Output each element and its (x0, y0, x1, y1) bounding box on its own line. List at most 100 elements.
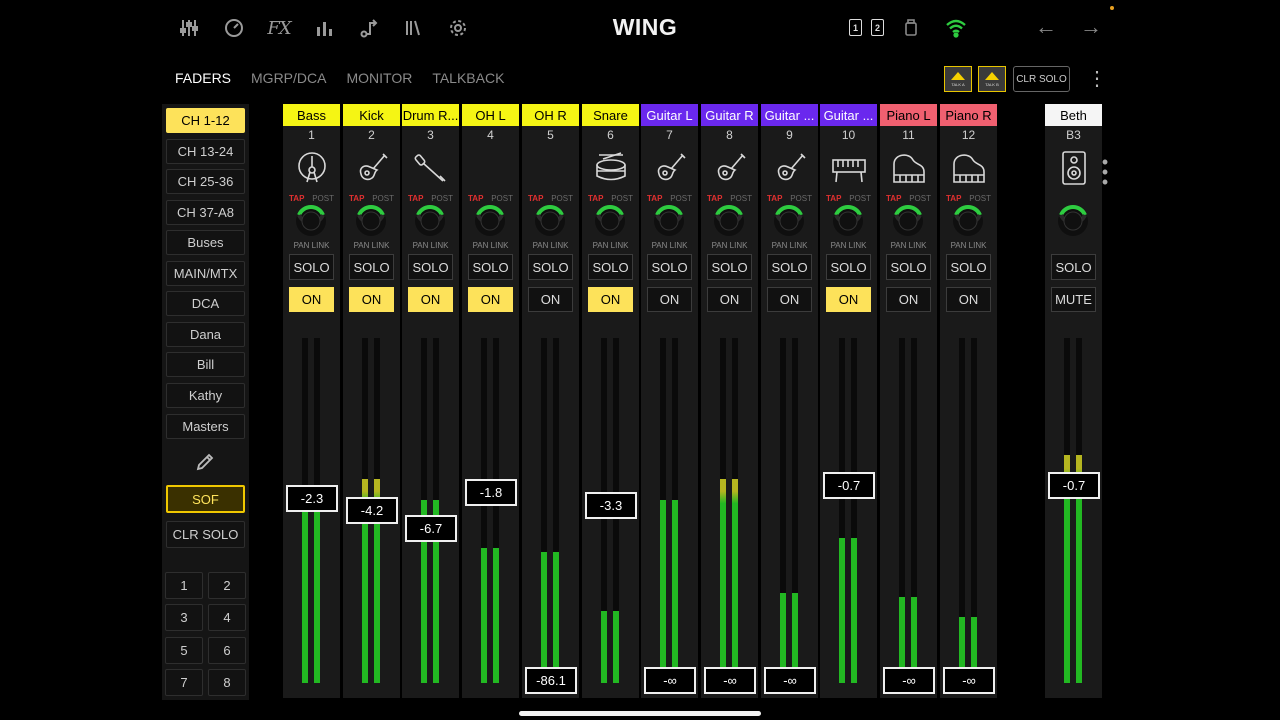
solo-button[interactable]: SOLO (1051, 254, 1096, 280)
on-button[interactable]: ON (826, 287, 871, 312)
fader-handle[interactable]: -6.7 (405, 515, 457, 542)
guitar-icon[interactable] (354, 150, 390, 186)
edit-pencil-icon[interactable] (194, 451, 216, 473)
fader-handle[interactable]: -∞ (883, 667, 935, 694)
on-button[interactable]: ON (408, 287, 453, 312)
fader-handle[interactable]: -∞ (644, 667, 696, 694)
on-button[interactable]: ON (468, 287, 513, 312)
fx-icon[interactable]: FX (266, 15, 292, 41)
keyboard-icon[interactable] (831, 150, 867, 186)
solo-button[interactable]: SOLO (408, 254, 453, 280)
speaker-icon[interactable] (1056, 150, 1092, 186)
meter-icon[interactable] (221, 15, 247, 41)
pan-knob[interactable] (772, 204, 806, 238)
bank-3-button[interactable]: 3 (165, 604, 203, 631)
home-indicator[interactable] (519, 711, 761, 716)
pan-link-label[interactable]: PAN LINK (701, 241, 758, 250)
layer-buses[interactable]: Buses (166, 230, 245, 255)
solo-button[interactable]: SOLO (468, 254, 513, 280)
pan-knob[interactable] (354, 204, 388, 238)
wifi-icon[interactable] (943, 15, 969, 41)
pan-knob[interactable] (294, 204, 328, 238)
solo-button[interactable]: SOLO (588, 254, 633, 280)
pan-knob[interactable] (652, 204, 686, 238)
bank-5-button[interactable]: 5 (165, 637, 203, 664)
channel-name-label[interactable]: Guitar L (641, 104, 698, 126)
clear-solo-top-button[interactable]: CLR SOLO (1013, 66, 1070, 92)
fader-handle[interactable]: -0.7 (1048, 472, 1100, 499)
fader-handle[interactable]: -0.7 (823, 472, 875, 499)
talk-a-button[interactable]: TALK A (944, 66, 972, 92)
kick-drum-icon[interactable] (294, 150, 330, 186)
pan-link-label[interactable]: PAN LINK (940, 241, 997, 250)
piano-icon[interactable] (951, 150, 987, 186)
pan-link-label[interactable]: PAN LINK (343, 241, 400, 250)
fader-handle[interactable]: -1.8 (465, 479, 517, 506)
bank-4-button[interactable]: 4 (208, 604, 246, 631)
pan-link-label[interactable]: PAN LINK (402, 241, 459, 250)
pan-link-label[interactable]: PAN LINK (880, 241, 937, 250)
sof-button[interactable]: SOF (166, 485, 245, 513)
fader-handle[interactable]: -∞ (764, 667, 816, 694)
fader-handle[interactable]: -2.3 (286, 485, 338, 512)
pan-link-label[interactable]: PAN LINK (462, 241, 519, 250)
fader-handle[interactable]: -4.2 (346, 497, 398, 524)
channel-name-label[interactable]: Bass (283, 104, 340, 126)
on-button[interactable]: ON (767, 287, 812, 312)
on-button[interactable]: ON (707, 287, 752, 312)
pan-link-label[interactable]: PAN LINK (820, 241, 877, 250)
channel-name-label[interactable]: Guitar R (701, 104, 758, 126)
guitar-icon[interactable] (772, 150, 808, 186)
card-2-icon[interactable]: 2 (871, 19, 884, 36)
forward-arrow-icon[interactable]: → (1078, 14, 1104, 40)
layer-dana[interactable]: Dana (166, 322, 245, 347)
pan-knob[interactable] (712, 204, 746, 238)
pan-link-label[interactable]: PAN LINK (761, 241, 818, 250)
solo-button[interactable]: SOLO (767, 254, 812, 280)
layer-kathy[interactable]: Kathy (166, 383, 245, 408)
bars-icon[interactable] (311, 15, 337, 41)
pan-knob[interactable] (413, 204, 447, 238)
solo-button[interactable]: SOLO (289, 254, 334, 280)
fader-handle[interactable]: -∞ (704, 667, 756, 694)
fader-handle[interactable]: -∞ (943, 667, 995, 694)
channel-name-label[interactable]: OH L (462, 104, 519, 126)
on-button[interactable]: ON (349, 287, 394, 312)
solo-button[interactable]: SOLO (528, 254, 573, 280)
layer-ch-1-12[interactable]: CH 1-12 (166, 108, 245, 133)
tab-talkback[interactable]: TALKBACK (432, 70, 504, 86)
bank-8-button[interactable]: 8 (208, 669, 246, 696)
library-icon[interactable] (400, 15, 426, 41)
channel-name-label[interactable]: Piano R (940, 104, 997, 126)
tab-faders[interactable]: FADERS (175, 70, 231, 86)
sliders-icon[interactable] (176, 15, 202, 41)
tab-mgrp-dca[interactable]: MGRP/DCA (251, 70, 326, 86)
layer-masters[interactable]: Masters (166, 414, 245, 439)
pan-knob[interactable] (533, 204, 567, 238)
solo-button[interactable]: SOLO (349, 254, 394, 280)
guitar-icon[interactable] (652, 150, 688, 186)
card-1-icon[interactable]: 1 (849, 19, 862, 36)
pan-link-label[interactable]: PAN LINK (522, 241, 579, 250)
guitar-icon[interactable] (712, 150, 748, 186)
on-button[interactable]: ON (946, 287, 991, 312)
master-options-icon[interactable]: • • • (1100, 153, 1110, 191)
bank-7-button[interactable]: 7 (165, 669, 203, 696)
talk-b-button[interactable]: TALK B (978, 66, 1006, 92)
pan-link-label[interactable]: PAN LINK (582, 241, 639, 250)
layer-dca[interactable]: DCA (166, 291, 245, 316)
pan-knob[interactable] (593, 204, 627, 238)
pan-link-label[interactable]: PAN LINK (283, 241, 340, 250)
channel-name-label[interactable]: Kick (343, 104, 400, 126)
pan-link-label[interactable]: PAN LINK (641, 241, 698, 250)
back-arrow-icon[interactable]: ← (1033, 14, 1059, 40)
solo-button[interactable]: SOLO (946, 254, 991, 280)
usb-drive-icon[interactable] (898, 15, 924, 41)
layer-bill[interactable]: Bill (166, 352, 245, 377)
fader-handle[interactable]: -86.1 (525, 667, 577, 694)
channel-name-label[interactable]: Beth (1045, 104, 1102, 126)
pan-knob[interactable] (473, 204, 507, 238)
bank-2-button[interactable]: 2 (208, 572, 246, 599)
bank-6-button[interactable]: 6 (208, 637, 246, 664)
channel-name-label[interactable]: Snare (582, 104, 639, 126)
